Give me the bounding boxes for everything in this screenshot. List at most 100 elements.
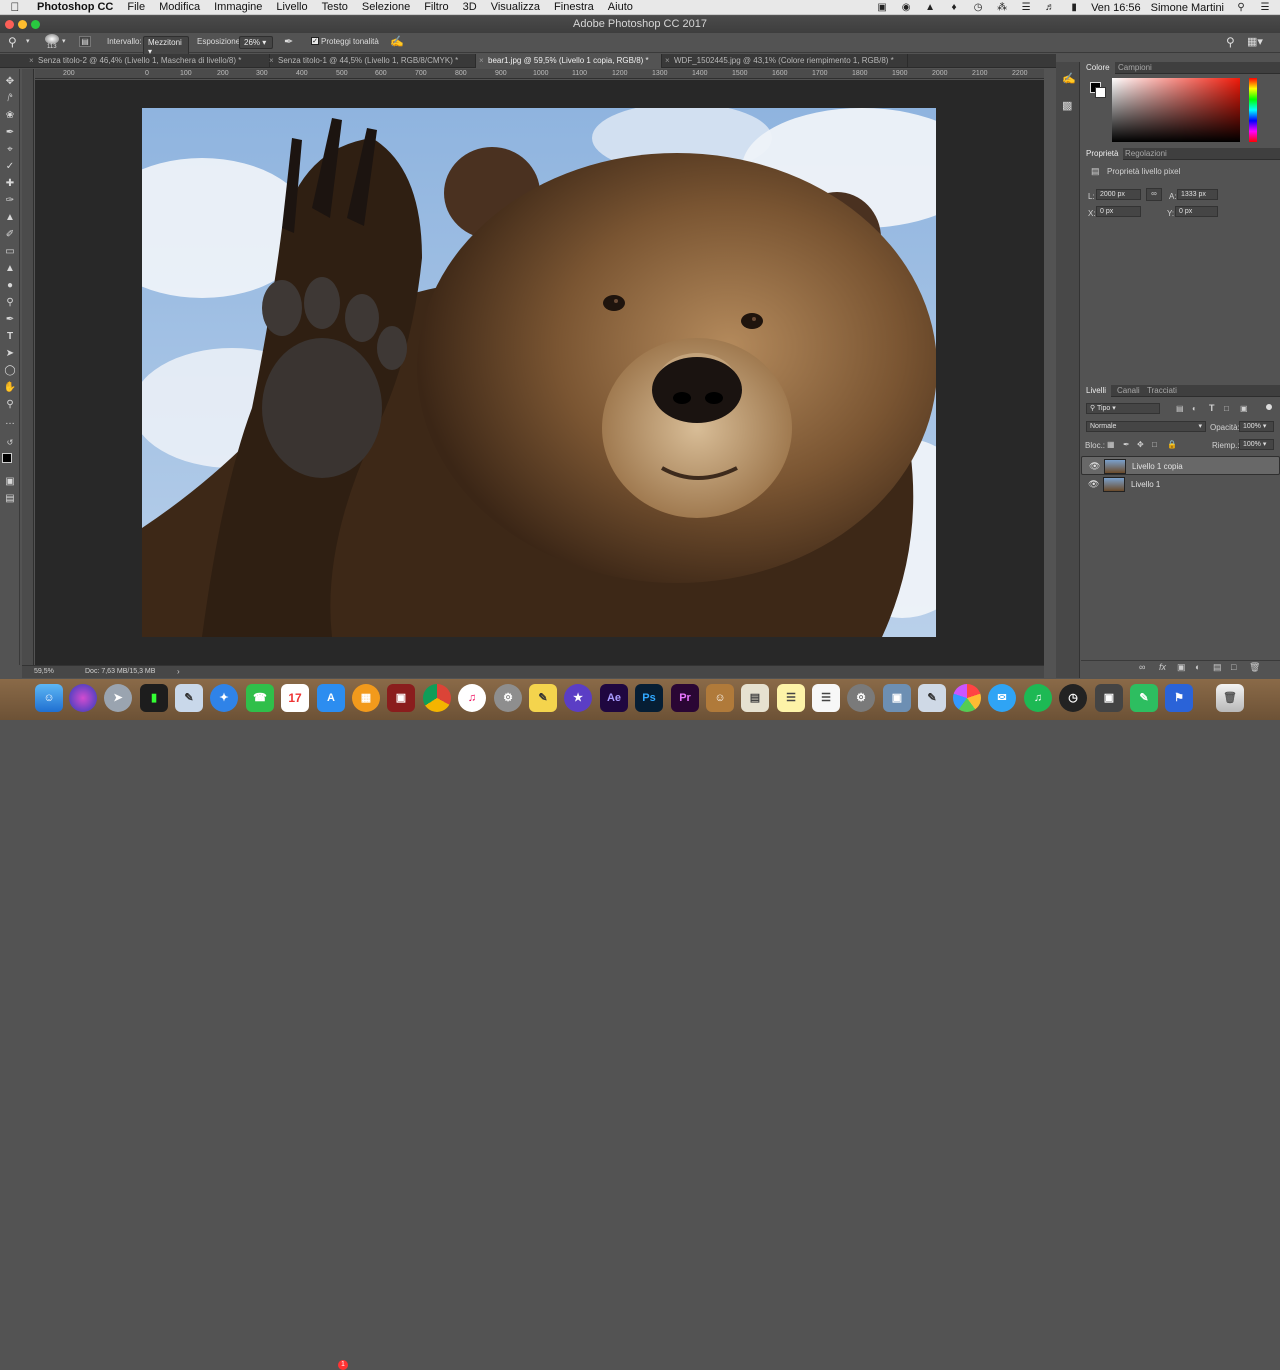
- delete-layer-icon[interactable]: 🗑: [1249, 662, 1260, 673]
- automator-icon[interactable]: ⚙: [847, 684, 875, 712]
- adjustments-panel-icon[interactable]: ▩: [1062, 99, 1072, 112]
- after-effects-icon[interactable]: Ae: [600, 684, 628, 712]
- brush-chevron-icon[interactable]: ▾: [62, 37, 66, 45]
- clock[interactable]: Ven 16:56: [1091, 2, 1141, 14]
- layer-row-livello-1[interactable]: 👁 Livello 1: [1081, 475, 1280, 494]
- close-tab-icon[interactable]: ×: [29, 54, 34, 68]
- visibility-eye-icon[interactable]: 👁: [1089, 461, 1100, 472]
- keynote-icon[interactable]: ▤: [741, 684, 769, 712]
- tab-canali[interactable]: Canali: [1112, 385, 1145, 397]
- path-selection-tool-icon[interactable]: ➤: [3, 347, 17, 361]
- lock-pixels-icon[interactable]: ✒: [1123, 440, 1130, 449]
- marquee-tool-icon[interactable]: ⭚: [3, 92, 17, 106]
- brush-panel-icon[interactable]: ▤: [79, 36, 91, 47]
- type-tool-icon[interactable]: T: [3, 330, 17, 344]
- apple-icon[interactable]: : [0, 0, 30, 14]
- filter-toggle-icon[interactable]: [1266, 404, 1272, 410]
- lock-transparent-icon[interactable]: ▦: [1107, 440, 1115, 449]
- menu-testo[interactable]: Testo: [315, 0, 355, 15]
- filter-type-icon[interactable]: T: [1209, 403, 1215, 413]
- width-field[interactable]: 2000 px: [1096, 189, 1141, 200]
- eraser-tool-icon[interactable]: ▭: [3, 245, 17, 259]
- photo-booth-icon[interactable]: ▣: [387, 684, 415, 712]
- lasso-tool-icon[interactable]: ❀: [3, 109, 17, 123]
- wifi-icon[interactable]: ☰: [1019, 2, 1033, 13]
- menu-app-name[interactable]: Photoshop CC: [30, 0, 120, 15]
- dodge-tool-icon[interactable]: ⚲: [3, 296, 17, 310]
- terminal-icon[interactable]: ▮: [140, 684, 168, 712]
- filter-adjustment-icon[interactable]: ◐: [1192, 404, 1197, 413]
- quick-mask-icon[interactable]: ▣: [3, 475, 17, 489]
- gradient-tool-icon[interactable]: ▲: [3, 262, 17, 276]
- creative-cloud-icon[interactable]: ◉: [899, 2, 913, 13]
- add-mask-icon[interactable]: ▣: [1177, 662, 1186, 673]
- layer-filter-select[interactable]: ⚲ Tipo ▾: [1086, 403, 1160, 414]
- menu-immagine[interactable]: Immagine: [207, 0, 269, 15]
- history-panel-icon[interactable]: ✍: [1062, 72, 1076, 85]
- bluetooth-icon[interactable]: ⁂: [995, 2, 1009, 13]
- blend-mode-select[interactable]: Normale ▾: [1086, 421, 1206, 432]
- menu-livello[interactable]: Livello: [269, 0, 314, 15]
- layer-style-fx-icon[interactable]: fx: [1159, 662, 1166, 672]
- facetime-icon[interactable]: ☎: [246, 684, 274, 712]
- workspace-icon[interactable]: ▦▾: [1247, 35, 1263, 48]
- bear-image[interactable]: [142, 108, 936, 637]
- color-picker-field[interactable]: [1112, 78, 1240, 142]
- panel-background-swatch[interactable]: [1095, 87, 1106, 98]
- safari-icon[interactable]: ✦: [210, 684, 238, 712]
- crop-tool-icon[interactable]: ⌖: [3, 143, 17, 157]
- display-icon[interactable]: ▣: [883, 684, 911, 712]
- lists-icon[interactable]: ☰: [812, 684, 840, 712]
- layer-row-livello-1-copia[interactable]: 👁 Livello 1 copia: [1081, 456, 1280, 475]
- filter-shape-icon[interactable]: □: [1224, 404, 1229, 413]
- close-window-button[interactable]: [5, 20, 14, 29]
- menu-selezione[interactable]: Selezione: [355, 0, 417, 15]
- lock-artboard-icon[interactable]: □: [1152, 440, 1157, 449]
- swap-colors-icon[interactable]: ↺: [3, 436, 17, 450]
- y-field[interactable]: 0 px: [1175, 206, 1218, 217]
- brush-preview-icon[interactable]: [45, 34, 59, 44]
- filter-pixel-icon[interactable]: ▤: [1176, 404, 1184, 413]
- healing-brush-tool-icon[interactable]: ✚: [3, 177, 17, 191]
- new-adjustment-icon[interactable]: ◐: [1195, 662, 1200, 672]
- ibooks-icon[interactable]: ▦: [352, 684, 380, 712]
- layer-name[interactable]: Livello 1 copia: [1132, 462, 1183, 471]
- chrome-icon[interactable]: [423, 684, 451, 712]
- spotify-icon[interactable]: ♫: [1024, 684, 1052, 712]
- stickies-icon[interactable]: ✎: [529, 684, 557, 712]
- airbrush-icon[interactable]: ✒: [284, 35, 293, 48]
- tab-tracciati[interactable]: Tracciati: [1142, 385, 1182, 397]
- screen-mode-icon[interactable]: ▤: [3, 492, 17, 506]
- imovie-icon[interactable]: ★: [564, 684, 592, 712]
- pressure-size-icon[interactable]: ✍: [390, 35, 404, 48]
- notification-center-icon[interactable]: ☰: [1258, 2, 1272, 13]
- volume-icon[interactable]: ♬: [1043, 2, 1057, 13]
- exposure-field[interactable]: 26% ▾: [239, 36, 273, 49]
- dashboard-icon[interactable]: ◷: [1059, 684, 1087, 712]
- drive-icon[interactable]: ▲: [923, 2, 937, 13]
- photoshop-icon[interactable]: Ps: [635, 684, 663, 712]
- evernote-icon[interactable]: ✎: [1130, 684, 1158, 712]
- tab-livelli[interactable]: Livelli: [1081, 385, 1112, 397]
- height-field[interactable]: 1333 px: [1177, 189, 1218, 200]
- x-field[interactable]: 0 px: [1096, 206, 1141, 217]
- visibility-eye-icon[interactable]: 👁: [1088, 479, 1099, 490]
- close-tab-icon[interactable]: ×: [479, 54, 484, 68]
- menu-file[interactable]: File: [120, 0, 152, 15]
- system-preferences-icon[interactable]: ⚙: [494, 684, 522, 712]
- itunes-icon[interactable]: ♫: [458, 684, 486, 712]
- dropbox-icon[interactable]: ♦: [947, 2, 961, 13]
- close-tab-icon[interactable]: ×: [665, 54, 670, 68]
- timemachine-icon[interactable]: ◷: [971, 2, 985, 13]
- filter-smart-object-icon[interactable]: ▣: [1240, 404, 1248, 413]
- status-menu-chevron-icon[interactable]: ›: [177, 667, 180, 676]
- protect-tones-checkbox[interactable]: ✓: [311, 37, 319, 45]
- menu-filtro[interactable]: Filtro: [417, 0, 455, 15]
- quick-selection-tool-icon[interactable]: ✒: [3, 126, 17, 140]
- menu-finestra[interactable]: Finestra: [547, 0, 601, 15]
- preview-2-icon[interactable]: ✎: [918, 684, 946, 712]
- search-icon[interactable]: ⚲: [1226, 35, 1235, 49]
- close-tab-icon[interactable]: ×: [269, 54, 274, 68]
- minimize-window-button[interactable]: [18, 20, 27, 29]
- new-layer-icon[interactable]: □: [1231, 662, 1236, 672]
